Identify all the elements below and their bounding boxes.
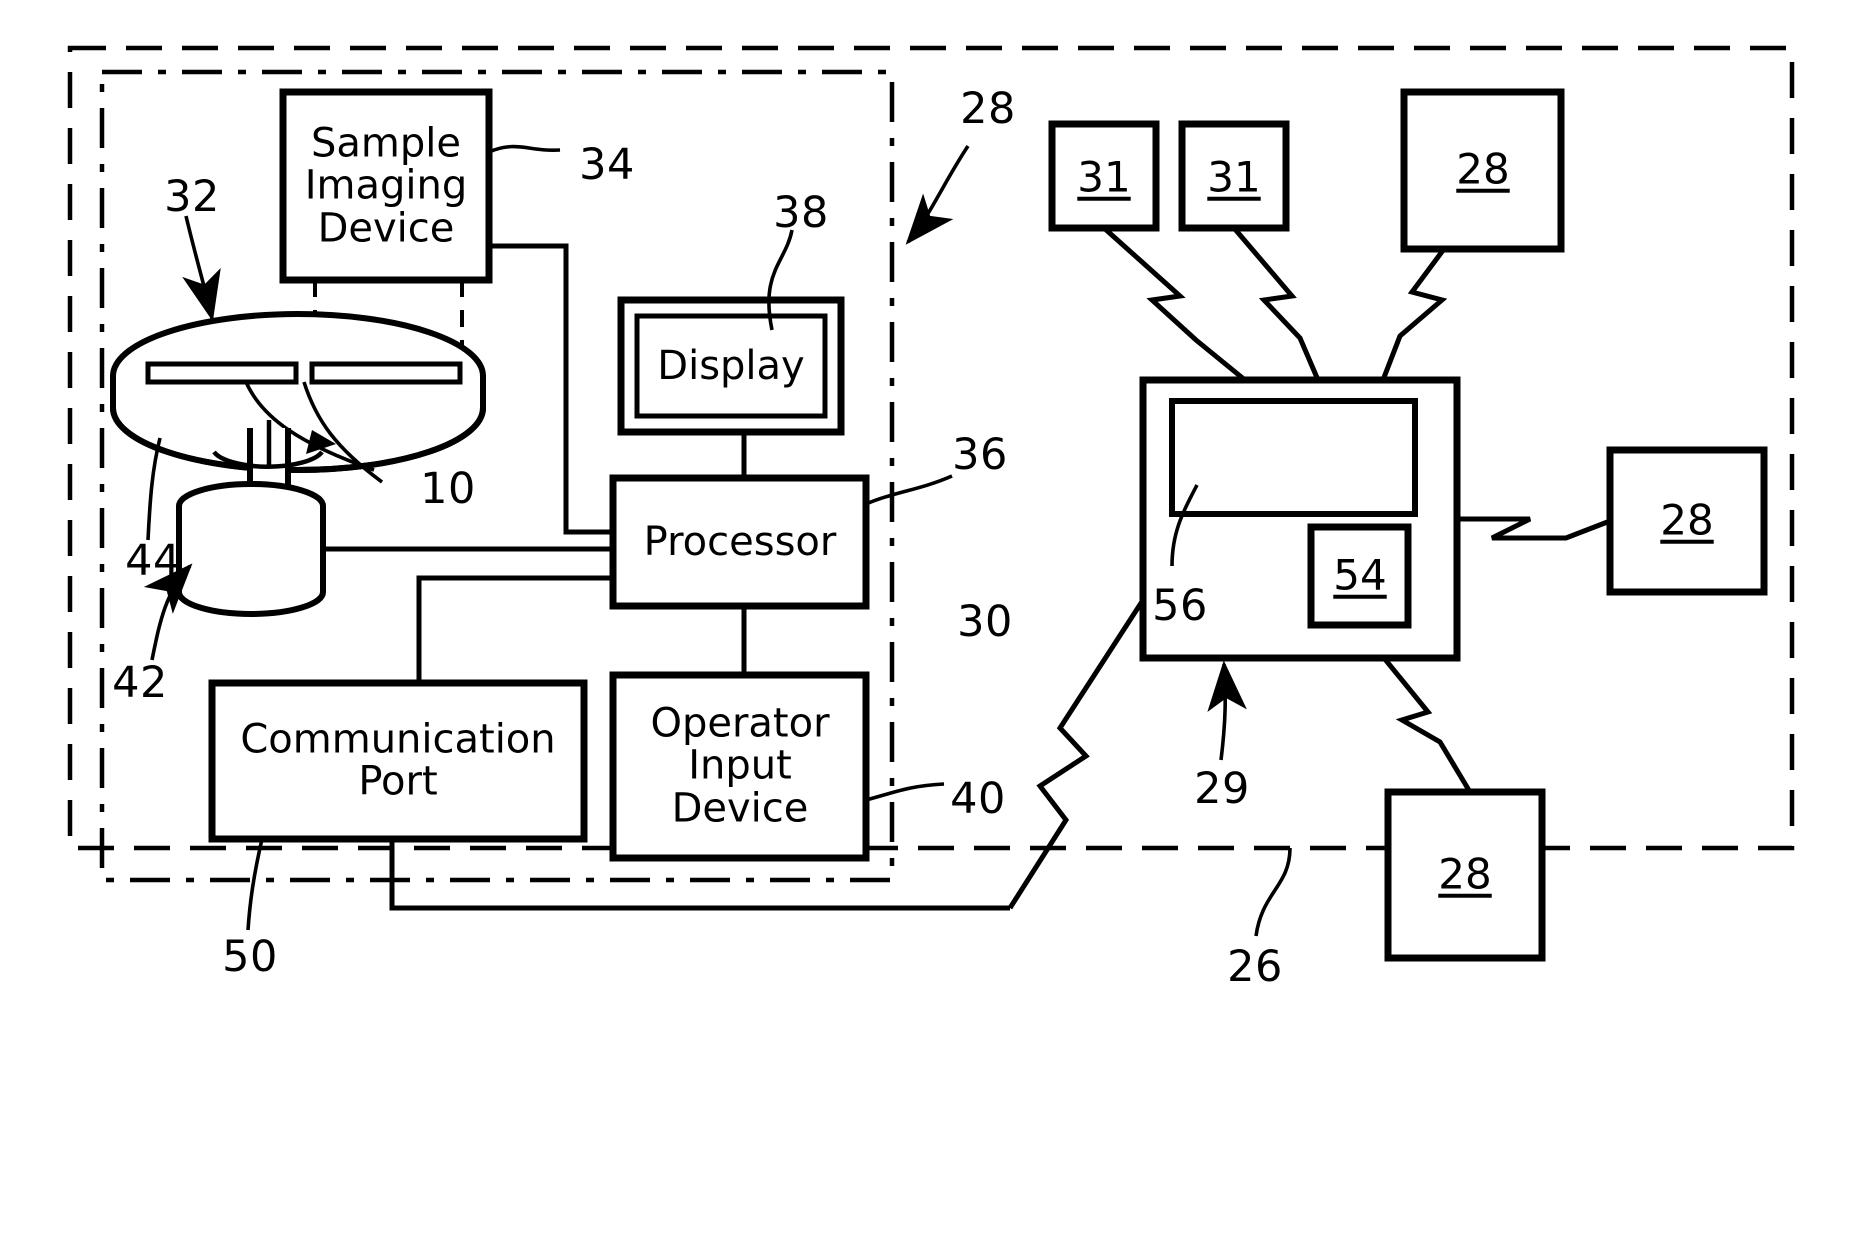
ref-10: 10 [420,464,476,515]
leader-32 [182,215,221,322]
platter-side-wall [110,376,486,473]
ref-28-system: 28 [960,84,1016,135]
ref-56: 56 [1152,581,1208,632]
client-node-31-a-value: 31 [1077,152,1131,202]
ref-34: 34 [579,140,635,191]
wireless-link-workstation-server [1007,598,1146,910]
wire-processor-to-commport [416,575,613,683]
ref-30: 30 [957,597,1013,648]
ref-40: 40 [950,774,1006,825]
wireless-link-31b-server [1232,226,1321,381]
diagram-vector-layer [67,45,1795,962]
patent-figure-canvas: Sample Imaging Device Display Processor … [0,0,1868,1236]
display-label: Display [657,342,805,389]
server-module-54-value: 54 [1333,550,1387,600]
motor-body [176,506,326,617]
wireless-link-28top-server [1380,247,1448,381]
sample-imaging-device-label: Sample Imaging Device [304,120,468,252]
client-node-31-b-value: 31 [1207,152,1261,202]
ref-50: 50 [222,932,278,983]
slide-right [309,361,463,385]
leader-34 [488,144,561,154]
leader-29 [1207,660,1247,761]
leader-40 [865,782,945,802]
leader-44 [146,437,162,541]
client-node-28-top-value: 28 [1456,144,1510,194]
communication-port-label: Communication Port [240,716,556,805]
ref-44: 44 [125,536,181,587]
leader-28-system [905,145,970,245]
leader-50 [246,838,264,931]
ref-38: 38 [773,188,829,239]
ref-36: 36 [952,430,1008,481]
wireless-link-31a-server [1102,226,1247,382]
leader-26 [1254,847,1292,937]
slide-left [145,361,299,385]
ref-32: 32 [164,172,220,223]
ref-42: 42 [112,658,168,709]
wireless-link-28bottom-server [1382,656,1473,794]
client-node-28-right-value: 28 [1660,495,1714,545]
ref-29: 29 [1194,764,1250,815]
wireless-link-28right-server [1457,516,1611,541]
processor-label: Processor [643,518,837,565]
server-memory-56 [1169,398,1418,517]
operator-input-device-label: Operator Input Device [650,700,830,832]
ref-26: 26 [1227,942,1283,993]
wire-imaging-to-processor [489,243,613,535]
leader-36 [865,474,953,506]
client-node-28-bottom-value: 28 [1438,849,1492,899]
